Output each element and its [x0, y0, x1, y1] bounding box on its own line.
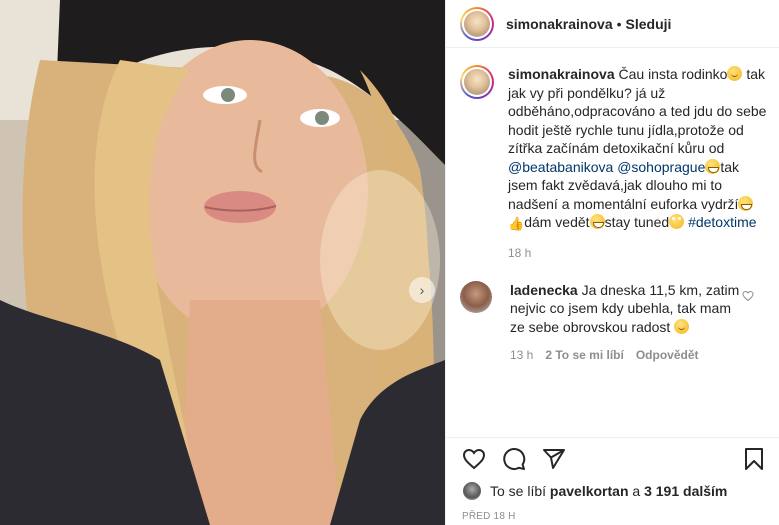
comment-icon[interactable] — [502, 447, 526, 474]
post-side-panel: simonakrainova • Sleduji simonakrainova … — [445, 0, 779, 525]
mention-link[interactable]: @beatabanikova — [508, 159, 613, 175]
share-icon[interactable] — [542, 447, 566, 474]
caption-timestamp[interactable]: 18 h — [508, 246, 779, 260]
comment-like-heart-icon[interactable] — [742, 289, 754, 305]
post-header: simonakrainova • Sleduji — [446, 0, 779, 48]
reply-button[interactable]: Odpovědět — [636, 348, 699, 362]
commenter-avatar[interactable] — [460, 280, 492, 313]
comment-timestamp[interactable]: 13 h — [510, 348, 533, 362]
liker-username[interactable]: pavelkortan — [550, 483, 629, 499]
comments-section[interactable]: simonakrainova Čau insta rodinko tak jak… — [446, 49, 779, 437]
author-username[interactable]: simonakrainova — [506, 16, 613, 32]
carousel-next-button[interactable]: › — [409, 277, 435, 303]
grinning-emoji-icon — [589, 214, 605, 229]
caption-username[interactable]: simonakrainova — [508, 66, 615, 82]
post-photo[interactable]: › — [0, 0, 445, 525]
separator-dot: • — [616, 15, 622, 32]
likes-summary: To se líbí pavelkortan a 3 191 dalším — [446, 479, 779, 503]
comment-likes-count[interactable]: 2 To se mi líbí — [545, 348, 623, 362]
hashtag-link[interactable]: #detoxtime — [688, 214, 756, 230]
comment-meta: 13 h 2 To se mi líbí Odpovědět — [510, 348, 779, 362]
author-avatar[interactable] — [460, 6, 494, 41]
caption-avatar[interactable] — [460, 65, 494, 99]
post-actions: To se líbí pavelkortan a 3 191 dalším PŘ… — [446, 437, 779, 525]
grinning-emoji-icon — [705, 158, 721, 174]
smiling-emoji-icon — [674, 318, 690, 334]
caption-text-part1: Čau insta rodinko — [618, 66, 728, 82]
post-timestamp[interactable]: PŘED 18 H — [446, 511, 779, 522]
liker-avatar[interactable] — [462, 481, 482, 501]
portrait-illustration — [0, 0, 445, 525]
bookmark-icon[interactable] — [742, 447, 766, 474]
commenter-username[interactable]: ladenecka — [510, 282, 578, 298]
following-button[interactable]: Sleduji — [626, 16, 672, 32]
post-caption: simonakrainova Čau insta rodinko tak jak… — [446, 49, 779, 234]
likes-prefix: To se líbí — [490, 483, 547, 499]
chevron-right-icon: › — [419, 282, 425, 298]
likes-others-count[interactable]: 3 191 dalším — [644, 483, 727, 499]
caption-text-part5: stay tuned — [604, 214, 670, 230]
likes-middle: a — [632, 483, 641, 499]
eye-roll-emoji-icon — [669, 214, 685, 229]
smiling-emoji-icon — [727, 66, 743, 81]
caption-text-part4: dám vedět — [524, 214, 590, 230]
heart-icon[interactable] — [462, 447, 486, 474]
grinning-emoji-icon — [738, 195, 754, 211]
thumbs-up-emoji-icon: 👍 — [508, 216, 525, 231]
comment-item: ladenecka Ja dneska 11,5 km, zatim nejvi… — [446, 280, 779, 337]
mention-link[interactable]: @sohoprague — [617, 159, 705, 175]
